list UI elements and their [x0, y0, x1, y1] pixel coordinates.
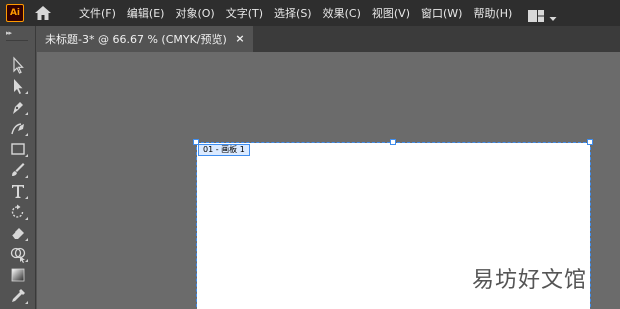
close-icon[interactable]: ×: [234, 33, 246, 45]
menu-help[interactable]: 帮助(H): [473, 5, 512, 21]
document-tab-title: 未标题-3* @ 66.67 % (CMYK/预览): [45, 33, 227, 46]
paintbrush-tool-icon[interactable]: [8, 161, 28, 179]
direct-selection-tool-icon[interactable]: [8, 77, 28, 95]
watermark: 易坊好文馆: [472, 268, 588, 293]
menu-file[interactable]: 文件(F): [79, 5, 116, 21]
menu-object[interactable]: 对象(O): [175, 5, 214, 21]
eraser-tool-icon[interactable]: [8, 224, 28, 242]
menu-items: 文件(F) 编辑(E) 对象(O) 文字(T) 选择(S) 效果(C) 视图(V…: [79, 0, 523, 26]
menu-edit[interactable]: 编辑(E): [127, 5, 165, 21]
document-tab-bar: 未标题-3* @ 66.67 % (CMYK/预览) ×: [37, 26, 620, 52]
artboard-handle-top-center[interactable]: [390, 139, 396, 145]
menu-window[interactable]: 窗口(W): [421, 5, 462, 21]
document-tab[interactable]: 未标题-3* @ 66.67 % (CMYK/预览) ×: [37, 26, 253, 52]
chevron-down-icon[interactable]: [549, 8, 557, 21]
toolbar-divider: [6, 40, 28, 41]
menu-view[interactable]: 视图(V): [372, 5, 410, 21]
artboard-label[interactable]: 01 - 画板 1: [198, 144, 250, 156]
menu-select[interactable]: 选择(S): [274, 5, 312, 21]
gradient-tool-icon[interactable]: [8, 266, 28, 284]
menu-bar: Ai 文件(F) 编辑(E) 对象(O) 文字(T) 选择(S) 效果(C) 视…: [0, 0, 620, 26]
menu-type[interactable]: 文字(T): [226, 5, 263, 21]
menu-effect[interactable]: 效果(C): [323, 5, 361, 21]
selection-tool-icon[interactable]: [8, 56, 28, 74]
shape-builder-tool-icon[interactable]: [8, 245, 28, 263]
panel-grip[interactable]: ▸▸: [6, 29, 12, 37]
tools-panel: ▸▸: [0, 26, 36, 309]
curvature-tool-icon[interactable]: [8, 119, 28, 137]
workspace-layout-icon[interactable]: [528, 7, 544, 22]
eyedropper-tool-icon[interactable]: [8, 287, 28, 305]
rotate-tool-icon[interactable]: [8, 203, 28, 221]
type-tool-icon[interactable]: [8, 182, 28, 200]
pen-tool-icon[interactable]: [8, 98, 28, 116]
artboard-handle-top-right[interactable]: [587, 139, 593, 145]
rectangle-tool-icon[interactable]: [8, 140, 28, 158]
app-logo-icon: Ai: [6, 4, 24, 22]
home-icon[interactable]: [33, 4, 53, 22]
